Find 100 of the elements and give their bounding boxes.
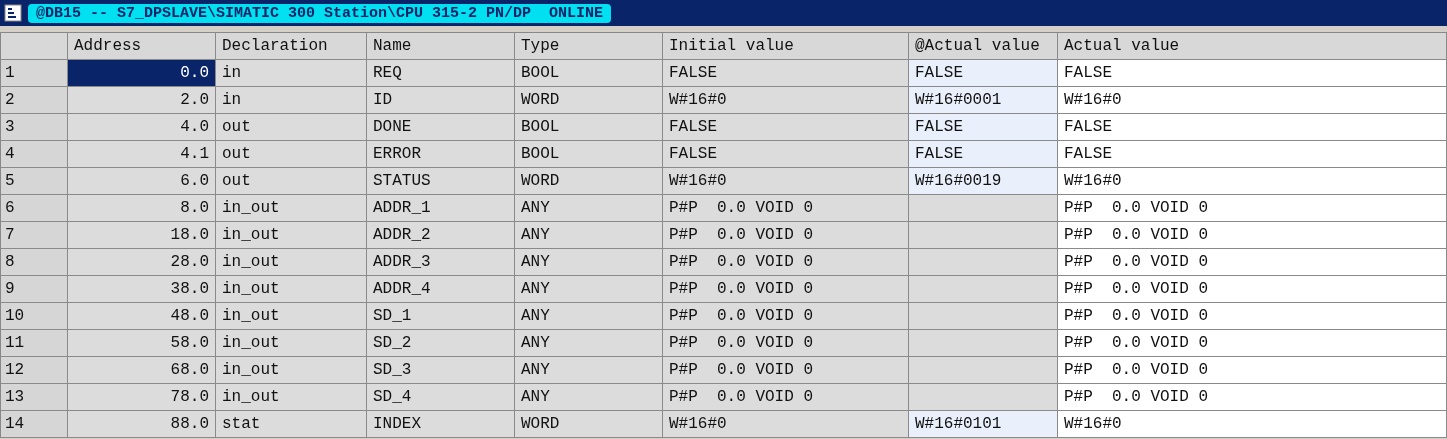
table-cell[interactable]: P#P 0.0 VOID 0: [663, 276, 909, 303]
column-header[interactable]: Address: [68, 33, 216, 60]
table-cell[interactable]: SD_2: [367, 330, 515, 357]
table-cell[interactable]: 4.1: [68, 141, 216, 168]
row-header[interactable]: 2: [1, 87, 68, 114]
table-cell[interactable]: ANY: [515, 384, 663, 411]
table-cell[interactable]: WORD: [515, 411, 663, 438]
table-cell[interactable]: BOOL: [515, 60, 663, 87]
table-cell[interactable]: in_out: [216, 303, 367, 330]
table-cell[interactable]: ANY: [515, 303, 663, 330]
table-cell[interactable]: ANY: [515, 249, 663, 276]
table-cell[interactable]: P#P 0.0 VOID 0: [663, 357, 909, 384]
table-cell[interactable]: out: [216, 114, 367, 141]
table-cell[interactable]: P#P 0.0 VOID 0: [1058, 384, 1447, 411]
table-cell[interactable]: BOOL: [515, 114, 663, 141]
table-cell[interactable]: 0.0: [68, 60, 216, 87]
table-cell[interactable]: 88.0: [68, 411, 216, 438]
table-cell[interactable]: REQ: [367, 60, 515, 87]
table-cell[interactable]: W#16#0019: [909, 168, 1058, 195]
table-cell[interactable]: 18.0: [68, 222, 216, 249]
table-cell[interactable]: SD_4: [367, 384, 515, 411]
table-cell[interactable]: P#P 0.0 VOID 0: [663, 384, 909, 411]
table-cell[interactable]: ANY: [515, 357, 663, 384]
table-cell[interactable]: WORD: [515, 168, 663, 195]
table-cell[interactable]: FALSE: [1058, 141, 1447, 168]
table-cell[interactable]: ANY: [515, 330, 663, 357]
table-cell[interactable]: ANY: [515, 276, 663, 303]
table-cell[interactable]: SD_3: [367, 357, 515, 384]
table-cell[interactable]: P#P 0.0 VOID 0: [663, 195, 909, 222]
table-cell[interactable]: W#16#0: [1058, 168, 1447, 195]
table-cell[interactable]: 8.0: [68, 195, 216, 222]
table-cell[interactable]: in_out: [216, 276, 367, 303]
table-cell[interactable]: FALSE: [909, 114, 1058, 141]
table-cell[interactable]: in_out: [216, 249, 367, 276]
row-header[interactable]: 4: [1, 141, 68, 168]
table-cell[interactable]: SD_1: [367, 303, 515, 330]
table-cell[interactable]: out: [216, 168, 367, 195]
table-cell[interactable]: P#P 0.0 VOID 0: [1058, 330, 1447, 357]
table-cell[interactable]: P#P 0.0 VOID 0: [1058, 222, 1447, 249]
table-cell[interactable]: [909, 357, 1058, 384]
table-cell[interactable]: in_out: [216, 330, 367, 357]
table-cell[interactable]: INDEX: [367, 411, 515, 438]
row-header[interactable]: 8: [1, 249, 68, 276]
table-cell[interactable]: FALSE: [663, 141, 909, 168]
table-cell[interactable]: P#P 0.0 VOID 0: [1058, 195, 1447, 222]
table-cell[interactable]: 2.0: [68, 87, 216, 114]
table-cell[interactable]: FALSE: [909, 60, 1058, 87]
table-cell[interactable]: W#16#0: [663, 168, 909, 195]
table-cell[interactable]: 68.0: [68, 357, 216, 384]
table-cell[interactable]: [909, 330, 1058, 357]
table-cell[interactable]: W#16#0: [663, 411, 909, 438]
table-cell[interactable]: in_out: [216, 384, 367, 411]
table-cell[interactable]: stat: [216, 411, 367, 438]
table-cell[interactable]: [909, 276, 1058, 303]
table-cell[interactable]: W#16#0: [663, 87, 909, 114]
table-cell[interactable]: [909, 303, 1058, 330]
row-header[interactable]: 13: [1, 384, 68, 411]
table-cell[interactable]: 38.0: [68, 276, 216, 303]
table-cell[interactable]: in: [216, 60, 367, 87]
table-cell[interactable]: 6.0: [68, 168, 216, 195]
table-cell[interactable]: W#16#0001: [909, 87, 1058, 114]
table-cell[interactable]: FALSE: [1058, 114, 1447, 141]
column-header[interactable]: Type: [515, 33, 663, 60]
table-cell[interactable]: 28.0: [68, 249, 216, 276]
table-cell[interactable]: W#16#0101: [909, 411, 1058, 438]
table-cell[interactable]: W#16#0: [1058, 411, 1447, 438]
table-cell[interactable]: WORD: [515, 87, 663, 114]
table-cell[interactable]: out: [216, 141, 367, 168]
row-header[interactable]: 5: [1, 168, 68, 195]
table-cell[interactable]: in_out: [216, 222, 367, 249]
table-cell[interactable]: in_out: [216, 357, 367, 384]
table-cell[interactable]: P#P 0.0 VOID 0: [1058, 276, 1447, 303]
table-cell[interactable]: FALSE: [909, 141, 1058, 168]
table-cell[interactable]: BOOL: [515, 141, 663, 168]
table-cell[interactable]: ADDR_2: [367, 222, 515, 249]
table-cell[interactable]: 4.0: [68, 114, 216, 141]
table-cell[interactable]: P#P 0.0 VOID 0: [1058, 357, 1447, 384]
table-cell[interactable]: ADDR_1: [367, 195, 515, 222]
table-cell[interactable]: P#P 0.0 VOID 0: [663, 303, 909, 330]
row-header[interactable]: 12: [1, 357, 68, 384]
row-header[interactable]: 10: [1, 303, 68, 330]
table-cell[interactable]: P#P 0.0 VOID 0: [663, 249, 909, 276]
table-cell[interactable]: in_out: [216, 195, 367, 222]
table-cell[interactable]: [909, 249, 1058, 276]
table-cell[interactable]: 48.0: [68, 303, 216, 330]
table-cell[interactable]: W#16#0: [1058, 87, 1447, 114]
table-cell[interactable]: P#P 0.0 VOID 0: [663, 222, 909, 249]
table-cell[interactable]: FALSE: [663, 60, 909, 87]
row-header[interactable]: 3: [1, 114, 68, 141]
row-header[interactable]: 9: [1, 276, 68, 303]
column-header[interactable]: @Actual value: [909, 33, 1058, 60]
row-header[interactable]: 6: [1, 195, 68, 222]
row-header[interactable]: 7: [1, 222, 68, 249]
table-cell[interactable]: [909, 195, 1058, 222]
table-cell[interactable]: FALSE: [1058, 60, 1447, 87]
column-header[interactable]: Name: [367, 33, 515, 60]
table-cell[interactable]: ADDR_3: [367, 249, 515, 276]
table-cell[interactable]: ANY: [515, 222, 663, 249]
row-header[interactable]: 14: [1, 411, 68, 438]
column-header[interactable]: Actual value: [1058, 33, 1447, 60]
